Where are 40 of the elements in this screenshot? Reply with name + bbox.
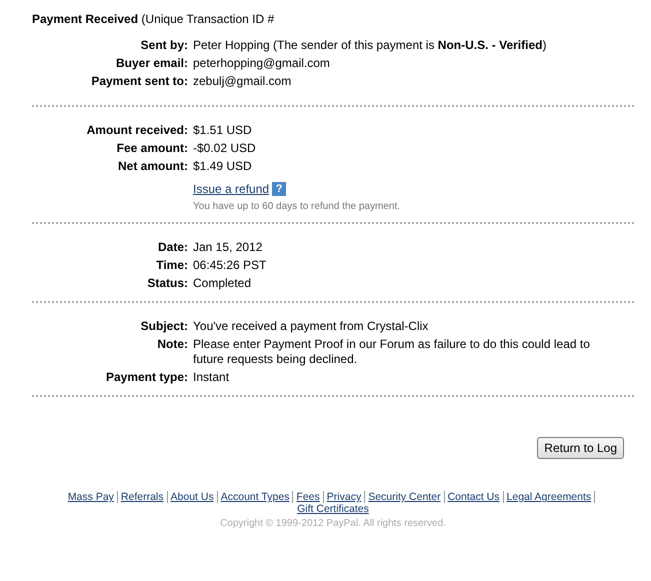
footer-link[interactable]: Privacy [326,491,362,503]
field-value: 06:45:26 PST [193,258,268,273]
return-button[interactable]: Return to Log [537,437,624,459]
field-value: -$0.02 USD [193,141,257,156]
field-value: $1.51 USD [193,123,253,138]
field-value: Instant [193,370,230,385]
page-title: Payment Received (Unique Transaction ID # [32,12,276,26]
field-label: Subject: [140,319,188,334]
field-label: Status: [146,276,188,291]
field-label: Amount received: [86,123,188,138]
field-value: $1.49 USD [193,159,253,174]
field-label: Fee amount: [116,141,188,156]
field-label: Time: [155,258,188,273]
field-label: Payment sent to: [90,74,188,89]
field-value: You've received a payment from Crystal-Clix [193,319,430,334]
footer-link[interactable]: About Us [170,491,214,503]
field-value: peterhopping@gmail.com [193,56,331,71]
footer-link[interactable]: Security Center [368,491,441,503]
refund-link[interactable]: Issue a refund [193,182,270,196]
copyright-text: Copyright © 1999-2012 PayPal. All rights reserved. [219,518,447,529]
field-label: Sent by: [140,38,188,53]
field-value: Please enter Payment Proof in our Forum as failure to do this could lead to future requests being declined. [193,337,591,367]
footer-link[interactable]: Contact Us [448,491,500,503]
field-label: Net amount: [117,159,188,174]
footer-link[interactable]: Legal Agreements [506,491,592,503]
field-label: Date: [156,240,188,255]
field-value: zebulj@gmail.com [193,74,292,89]
footer-link[interactable]: Account Types [220,491,290,503]
footer-link[interactable]: Mass Pay [68,491,114,503]
refund-hint: You have up to 60 days to refund the payment. [193,201,402,212]
field-label: Payment type: [104,370,188,385]
footer-link[interactable]: Referrals [120,491,164,503]
field-value: Peter Hopping (The sender of this payment is Non-U.S. - Verified) [193,38,548,53]
field-label: Note: [156,337,188,353]
footer-link[interactable]: Gift Certificates [297,503,369,515]
footer-link[interactable]: Fees [296,491,320,503]
field-value: Completed [193,276,252,291]
help-icon[interactable]: ? [272,182,286,196]
field-value: Jan 15, 2012 [193,240,264,255]
field-label: Buyer email: [114,56,188,71]
